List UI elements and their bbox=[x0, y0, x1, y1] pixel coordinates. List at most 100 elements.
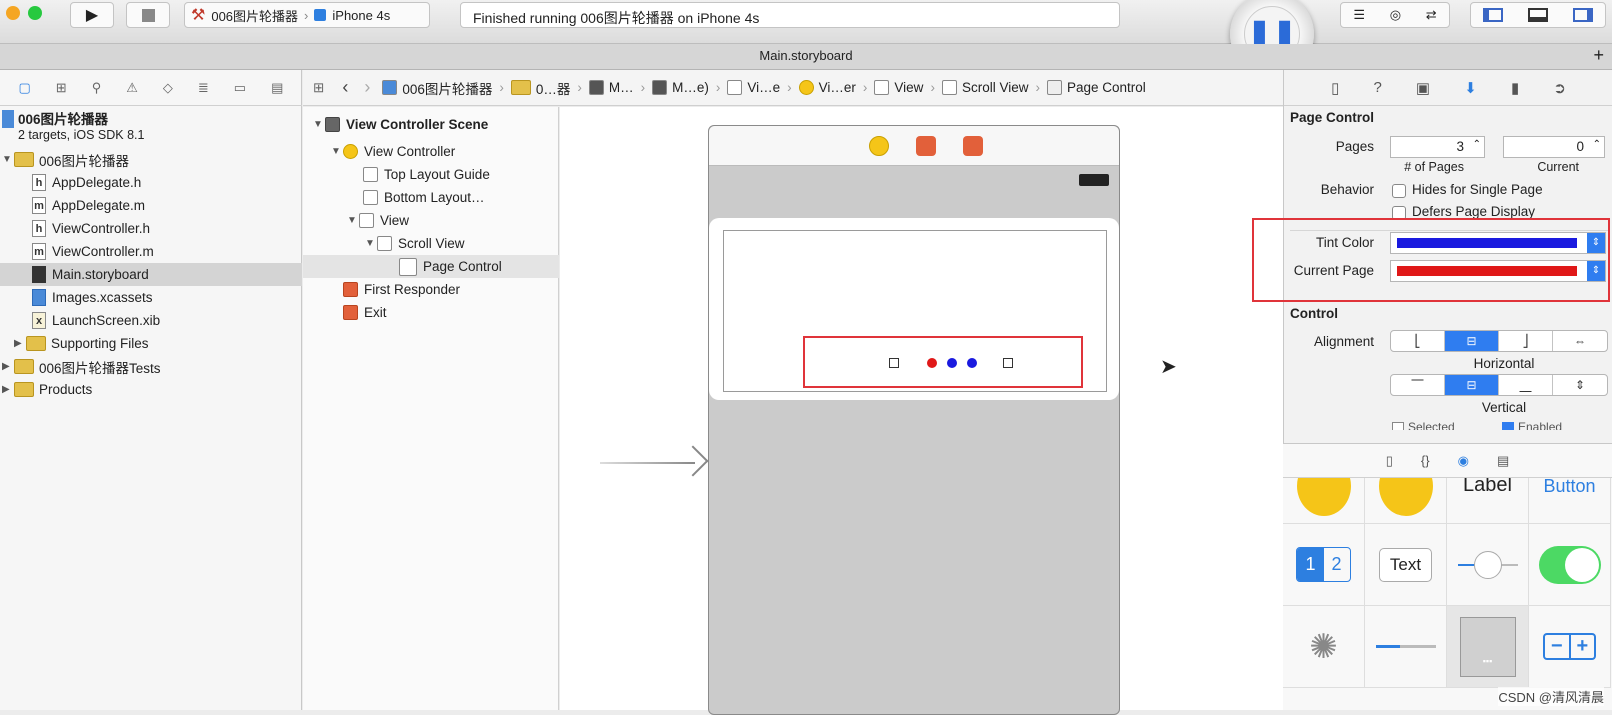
lib-text-field[interactable]: Text bbox=[1365, 524, 1447, 606]
nav-item-launchscreen-xib[interactable]: x LaunchScreen.xib bbox=[0, 309, 302, 332]
find-navigator-icon[interactable]: ⚲ bbox=[92, 80, 102, 96]
run-button[interactable]: ▶ bbox=[70, 2, 114, 28]
lib-collection-view[interactable] bbox=[1283, 478, 1365, 524]
lib-slider[interactable] bbox=[1447, 524, 1529, 606]
nav-item-appdelegate-h[interactable]: h AppDelegate.h bbox=[0, 171, 302, 194]
outline-first-responder[interactable]: First Responder bbox=[303, 278, 559, 301]
pages-stepper[interactable]: 3 ⌃ bbox=[1390, 136, 1485, 158]
page-dot-current[interactable] bbox=[927, 358, 937, 368]
nav-item-viewcontroller-h[interactable]: h ViewController.h bbox=[0, 217, 302, 240]
issue-navigator-icon[interactable]: ⚠ bbox=[126, 80, 138, 96]
version-editor-icon[interactable]: ⇄ bbox=[1426, 7, 1437, 23]
stepper-icon[interactable]: ⌃ bbox=[1593, 139, 1601, 150]
page-dot[interactable] bbox=[967, 358, 977, 368]
toggle-navigator-icon[interactable] bbox=[1483, 8, 1504, 22]
nav-group-supporting-files[interactable]: ▶ Supporting Files bbox=[0, 332, 302, 355]
nav-item-images-xcassets[interactable]: Images.xcassets bbox=[0, 286, 302, 309]
disclosure-closed-icon[interactable]: ▶ bbox=[2, 361, 14, 372]
report-navigator-icon[interactable]: ▤ bbox=[271, 80, 283, 96]
breadcrumb-folder[interactable]: 0…器 bbox=[507, 78, 575, 98]
back-arrow-icon[interactable]: ‹ bbox=[334, 77, 356, 98]
debug-navigator-icon[interactable]: ≣ bbox=[198, 80, 209, 96]
align-bottom-icon[interactable]: ⎽ bbox=[1499, 375, 1553, 395]
outline-view-controller[interactable]: ▼ View Controller bbox=[303, 140, 559, 163]
related-items-icon[interactable]: ⊞ bbox=[303, 80, 334, 96]
disclosure-open-icon[interactable]: ▼ bbox=[365, 238, 377, 249]
selected-checkbox[interactable] bbox=[1392, 422, 1404, 430]
tab-main-storyboard[interactable]: Main.storyboard bbox=[759, 48, 852, 63]
page-control[interactable] bbox=[889, 358, 1049, 370]
enabled-checkbox[interactable] bbox=[1502, 422, 1514, 430]
view-controller-frame[interactable] bbox=[708, 125, 1120, 715]
breadcrumb-project[interactable]: 006图片轮播器 bbox=[378, 78, 496, 98]
align-top-icon[interactable]: ⎺ bbox=[1391, 375, 1445, 395]
quick-help-icon[interactable]: ? bbox=[1373, 79, 1381, 96]
lib-av-player[interactable] bbox=[1365, 478, 1447, 524]
lib-segmented-control[interactable]: 1 2 bbox=[1283, 524, 1365, 606]
zoom-button[interactable] bbox=[28, 6, 42, 20]
breakpoint-navigator-icon[interactable]: ▭ bbox=[234, 80, 246, 96]
project-navigator-icon[interactable]: ▢ bbox=[19, 80, 31, 96]
align-left-icon[interactable]: ⎣ bbox=[1391, 331, 1445, 351]
lib-switch[interactable] bbox=[1529, 524, 1611, 606]
standard-editor-icon[interactable]: ☰ bbox=[1353, 7, 1365, 23]
align-fill-h-icon[interactable]: ⇔ bbox=[1553, 331, 1607, 351]
size-inspector-icon[interactable]: ▮ bbox=[1511, 79, 1519, 97]
nav-group-app[interactable]: ▼ 006图片轮播器 bbox=[0, 148, 302, 171]
toggle-utilities-icon[interactable] bbox=[1572, 8, 1593, 22]
breadcrumb-storyboard-base[interactable]: M…e) bbox=[648, 80, 713, 95]
file-template-icon[interactable]: ▯ bbox=[1386, 453, 1393, 469]
hides-single-checkbox[interactable] bbox=[1392, 184, 1406, 198]
breadcrumb-scene[interactable]: Vi…e bbox=[723, 80, 784, 95]
lib-stepper[interactable]: − + bbox=[1529, 606, 1611, 688]
horizontal-alignment-control[interactable]: ⎣ ⊟ ⎦ ⇔ bbox=[1390, 330, 1608, 352]
minimize-button[interactable] bbox=[6, 6, 20, 20]
stepper-icon[interactable]: ⌃ bbox=[1473, 139, 1481, 150]
breadcrumb-view-controller[interactable]: Vi…er bbox=[795, 80, 860, 95]
nav-item-main-storyboard[interactable]: Main.storyboard bbox=[0, 263, 302, 286]
assistant-editor-icon[interactable]: ◎ bbox=[1390, 7, 1401, 23]
outline-scroll-view[interactable]: ▼ Scroll View bbox=[303, 232, 559, 255]
lib-button[interactable]: Button bbox=[1529, 478, 1611, 524]
disclosure-closed-icon[interactable]: ▶ bbox=[14, 338, 26, 349]
align-center-h-icon[interactable]: ⊟ bbox=[1445, 331, 1499, 351]
connections-inspector-icon[interactable]: ➲ bbox=[1553, 79, 1566, 97]
disclosure-open-icon[interactable]: ▼ bbox=[313, 119, 325, 130]
nav-item-viewcontroller-m[interactable]: m ViewController.m bbox=[0, 240, 302, 263]
current-stepper[interactable]: 0 ⌃ bbox=[1503, 136, 1605, 158]
outline-exit[interactable]: Exit bbox=[303, 301, 559, 324]
outline-bottom-layout-guide[interactable]: Bottom Layout… bbox=[303, 186, 559, 209]
view-controller-icon[interactable] bbox=[869, 136, 889, 156]
nav-group-tests[interactable]: ▶ 006图片轮播器Tests bbox=[0, 355, 302, 378]
scheme-selector[interactable]: ⚒ 006图片轮播器 › iPhone 4s bbox=[184, 2, 430, 28]
page-dot[interactable] bbox=[947, 358, 957, 368]
file-inspector-icon[interactable]: ▯ bbox=[1331, 79, 1339, 97]
outline-scene[interactable]: ▼ View Controller Scene bbox=[303, 113, 559, 136]
add-tab-button[interactable]: + bbox=[1593, 45, 1604, 66]
vertical-alignment-control[interactable]: ⎺ ⊟ ⎽ ⇕ bbox=[1390, 374, 1608, 396]
forward-arrow-icon[interactable]: › bbox=[356, 77, 378, 98]
nav-item-appdelegate-m[interactable]: m AppDelegate.m bbox=[0, 194, 302, 217]
disclosure-closed-icon[interactable]: ▶ bbox=[2, 384, 14, 395]
first-responder-icon[interactable] bbox=[916, 136, 936, 156]
identity-inspector-icon[interactable]: ▣ bbox=[1416, 79, 1430, 97]
lib-page-control[interactable]: ▪▪▪ bbox=[1447, 606, 1529, 688]
project-root[interactable]: 006图片轮播器 2 targets, iOS SDK 8.1 bbox=[0, 108, 302, 144]
stop-button[interactable] bbox=[126, 2, 170, 28]
disclosure-open-icon[interactable]: ▼ bbox=[331, 146, 343, 157]
outline-page-control[interactable]: Page Control bbox=[303, 255, 559, 278]
symbol-navigator-icon[interactable]: ⊞ bbox=[56, 80, 67, 96]
align-center-v-icon[interactable]: ⊟ bbox=[1445, 375, 1499, 395]
disclosure-open-icon[interactable]: ▼ bbox=[2, 154, 14, 165]
breadcrumb-scroll-view[interactable]: Scroll View bbox=[938, 80, 1033, 95]
outline-top-layout-guide[interactable]: Top Layout Guide bbox=[303, 163, 559, 186]
code-snippet-icon[interactable]: {} bbox=[1421, 453, 1430, 468]
nav-group-products[interactable]: ▶ Products bbox=[0, 378, 302, 401]
align-fill-v-icon[interactable]: ⇕ bbox=[1553, 375, 1607, 395]
outline-view[interactable]: ▼ View bbox=[303, 209, 559, 232]
test-navigator-icon[interactable]: ◇ bbox=[163, 80, 173, 96]
toggle-debug-icon[interactable] bbox=[1527, 8, 1548, 22]
lib-activity-indicator[interactable]: ✺ bbox=[1283, 606, 1365, 688]
media-library-icon[interactable]: ▤ bbox=[1497, 453, 1509, 469]
disclosure-open-icon[interactable]: ▼ bbox=[347, 215, 359, 226]
